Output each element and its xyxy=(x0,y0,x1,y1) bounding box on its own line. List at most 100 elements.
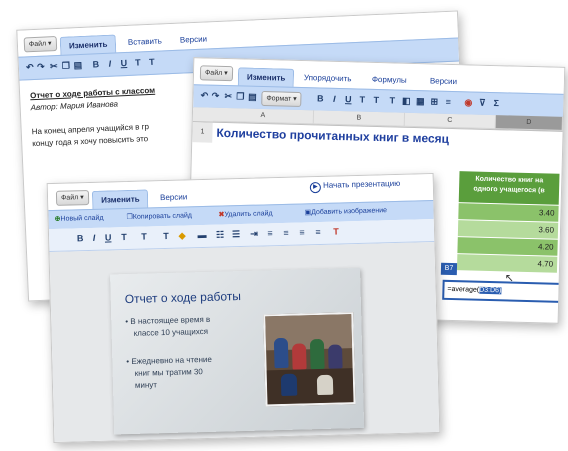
align-right-icon[interactable]: ≡ xyxy=(297,227,307,237)
bold-icon[interactable]: B xyxy=(75,233,85,243)
new-slide-button[interactable]: ⊕Новый слайд xyxy=(54,214,104,223)
font-icon[interactable]: T xyxy=(133,57,143,67)
slides-tab-versions[interactable]: Версии xyxy=(160,192,187,203)
doc-file-menu-button[interactable]: Файл ▾ xyxy=(23,36,57,53)
slide[interactable]: Отчет о ходе работы • В настоящее время … xyxy=(110,267,365,435)
sheet-tab-arrange[interactable]: Упорядочить xyxy=(304,73,352,84)
font-size-icon[interactable]: T xyxy=(371,95,381,105)
undo-icon[interactable]: ↶ xyxy=(25,62,35,72)
copy-icon[interactable]: ❐ xyxy=(235,91,245,101)
photo-person xyxy=(309,338,325,370)
classroom-photo[interactable] xyxy=(263,312,356,407)
redo-icon[interactable]: ↷ xyxy=(36,62,46,72)
bullet-dot: • xyxy=(126,357,130,367)
filter-icon[interactable]: ⊽ xyxy=(477,98,487,108)
chart-icon[interactable]: ◉ xyxy=(463,97,473,107)
italic-icon[interactable]: I xyxy=(105,59,115,69)
start-presentation-button[interactable]: ▶ Начать презентацию xyxy=(309,178,401,194)
row-number[interactable]: 1 xyxy=(192,122,213,143)
value-cell[interactable]: 4.70 xyxy=(456,254,558,273)
merge-icon[interactable]: ⊞ xyxy=(429,96,439,106)
italic-icon[interactable]: I xyxy=(89,233,99,243)
highlight-icon[interactable]: ◆ xyxy=(177,230,187,240)
text-color-icon[interactable]: T xyxy=(387,95,397,105)
slide-title[interactable]: Отчет о ходе работы xyxy=(125,289,242,306)
formula-cell[interactable]: =average(D3:D6) xyxy=(442,279,562,303)
undo-icon[interactable]: ↶ xyxy=(199,90,209,100)
add-image-label: Добавить изображение xyxy=(311,207,388,217)
link-icon[interactable]: ▬ xyxy=(197,230,207,240)
paste-icon[interactable]: ▤ xyxy=(247,92,257,102)
active-cell-label[interactable]: B7 xyxy=(440,262,458,276)
sheet-tab-versions[interactable]: Версии xyxy=(430,76,457,87)
font-size-icon[interactable]: T xyxy=(139,231,149,242)
photo-person xyxy=(273,337,289,369)
copy-slide-label: Копировать слайд xyxy=(132,212,193,221)
align-center-icon[interactable]: ≡ xyxy=(281,228,291,238)
column-d-header-line: одного учащегося (в xyxy=(473,185,545,195)
photo-person xyxy=(291,343,307,370)
doc-tab-versions[interactable]: Версии xyxy=(180,34,208,45)
formula-range-highlight: D3:D6) xyxy=(479,286,502,295)
numbered-list-icon[interactable]: ☷ xyxy=(215,229,225,239)
fill-color-icon[interactable]: ◧ xyxy=(401,96,411,106)
column-header[interactable]: B xyxy=(313,110,406,127)
wrap-icon[interactable]: ≡ xyxy=(443,97,453,107)
indent-icon[interactable]: ⇥ xyxy=(249,229,259,239)
italic-icon[interactable]: I xyxy=(329,94,339,104)
delete-slide-label: Удалить слайд xyxy=(224,210,273,219)
borders-icon[interactable]: ▦ xyxy=(415,96,425,106)
photo-person xyxy=(280,373,298,397)
cut-icon[interactable]: ✂ xyxy=(223,91,233,101)
paste-icon[interactable]: ▤ xyxy=(73,60,83,70)
column-header[interactable]: A xyxy=(212,107,315,125)
column-header[interactable]: C xyxy=(404,112,497,130)
presentation-window: Файл ▾ Изменить Версии ▶ Начать презента… xyxy=(46,172,441,444)
redo-icon[interactable]: ↷ xyxy=(210,91,220,101)
font-icon[interactable]: T xyxy=(119,232,129,242)
formula-text: =average( xyxy=(447,285,480,294)
bullet-line: книг мы тратим 30 xyxy=(134,367,203,378)
photo-person xyxy=(316,374,334,396)
bullet-list-icon[interactable]: ☰ xyxy=(231,229,241,239)
cut-icon[interactable]: ✂ xyxy=(49,61,59,71)
bold-icon[interactable]: B xyxy=(315,93,325,103)
align-left-icon[interactable]: ≡ xyxy=(265,228,275,238)
value-cell[interactable]: 4.20 xyxy=(457,237,558,256)
bold-icon[interactable]: B xyxy=(91,59,101,69)
underline-icon[interactable]: U xyxy=(119,58,129,68)
copy-icon[interactable]: ❐ xyxy=(61,60,71,70)
justify-icon[interactable]: ≡ xyxy=(313,227,323,237)
photo-desk xyxy=(266,368,354,405)
column-header[interactable]: D xyxy=(495,115,563,131)
sum-icon[interactable]: Σ xyxy=(491,98,501,108)
clear-format-icon[interactable]: T xyxy=(331,226,341,236)
sheet-tab-formulas[interactable]: Формулы xyxy=(372,75,407,86)
add-image-button[interactable]: ▣Добавить изображение xyxy=(304,206,387,216)
font-size-icon[interactable]: T xyxy=(147,57,157,67)
font-icon[interactable]: T xyxy=(357,94,367,105)
underline-icon[interactable]: U xyxy=(343,94,353,104)
slide-canvas-area: Отчет о ходе работы • В настоящее время … xyxy=(49,241,440,442)
sheet-title-cell[interactable]: Количество прочитанных книг в месяц xyxy=(216,126,449,146)
cursor-icon: ↖ xyxy=(504,272,515,285)
doc-tab-insert[interactable]: Вставить xyxy=(128,36,162,47)
start-presentation-label: Начать презентацию xyxy=(322,178,401,190)
bullet-dot: • xyxy=(125,317,129,327)
format-menu-button[interactable]: Формат ▾ xyxy=(261,90,302,108)
copy-slide-button[interactable]: ❐Копировать слайд xyxy=(126,211,193,221)
photo-person xyxy=(327,344,343,369)
slide-bullet-2[interactable]: • Ежедневно на чтение книг мы тратим 30 … xyxy=(126,354,212,392)
text-color-icon[interactable]: T xyxy=(161,231,171,241)
bullet-line: Ежедневно на чтение xyxy=(131,354,212,366)
slide-bullet-1[interactable]: • В настоящее время в классе 10 учащихся xyxy=(125,314,211,340)
play-icon: ▶ xyxy=(309,181,322,194)
underline-icon[interactable]: U xyxy=(103,232,113,242)
delete-slide-button[interactable]: ✖Удалить слайд xyxy=(218,209,272,218)
value-cell[interactable]: 3.60 xyxy=(457,220,559,239)
sheet-file-menu-button[interactable]: Файл ▾ xyxy=(199,65,233,82)
slides-file-menu-button[interactable]: Файл ▾ xyxy=(55,190,89,206)
column-d-header-cell[interactable]: Количество книг на одного учащегося (в xyxy=(458,171,560,205)
value-cell[interactable]: 3.40 xyxy=(458,203,559,222)
new-slide-label: Новый слайд xyxy=(60,214,104,223)
